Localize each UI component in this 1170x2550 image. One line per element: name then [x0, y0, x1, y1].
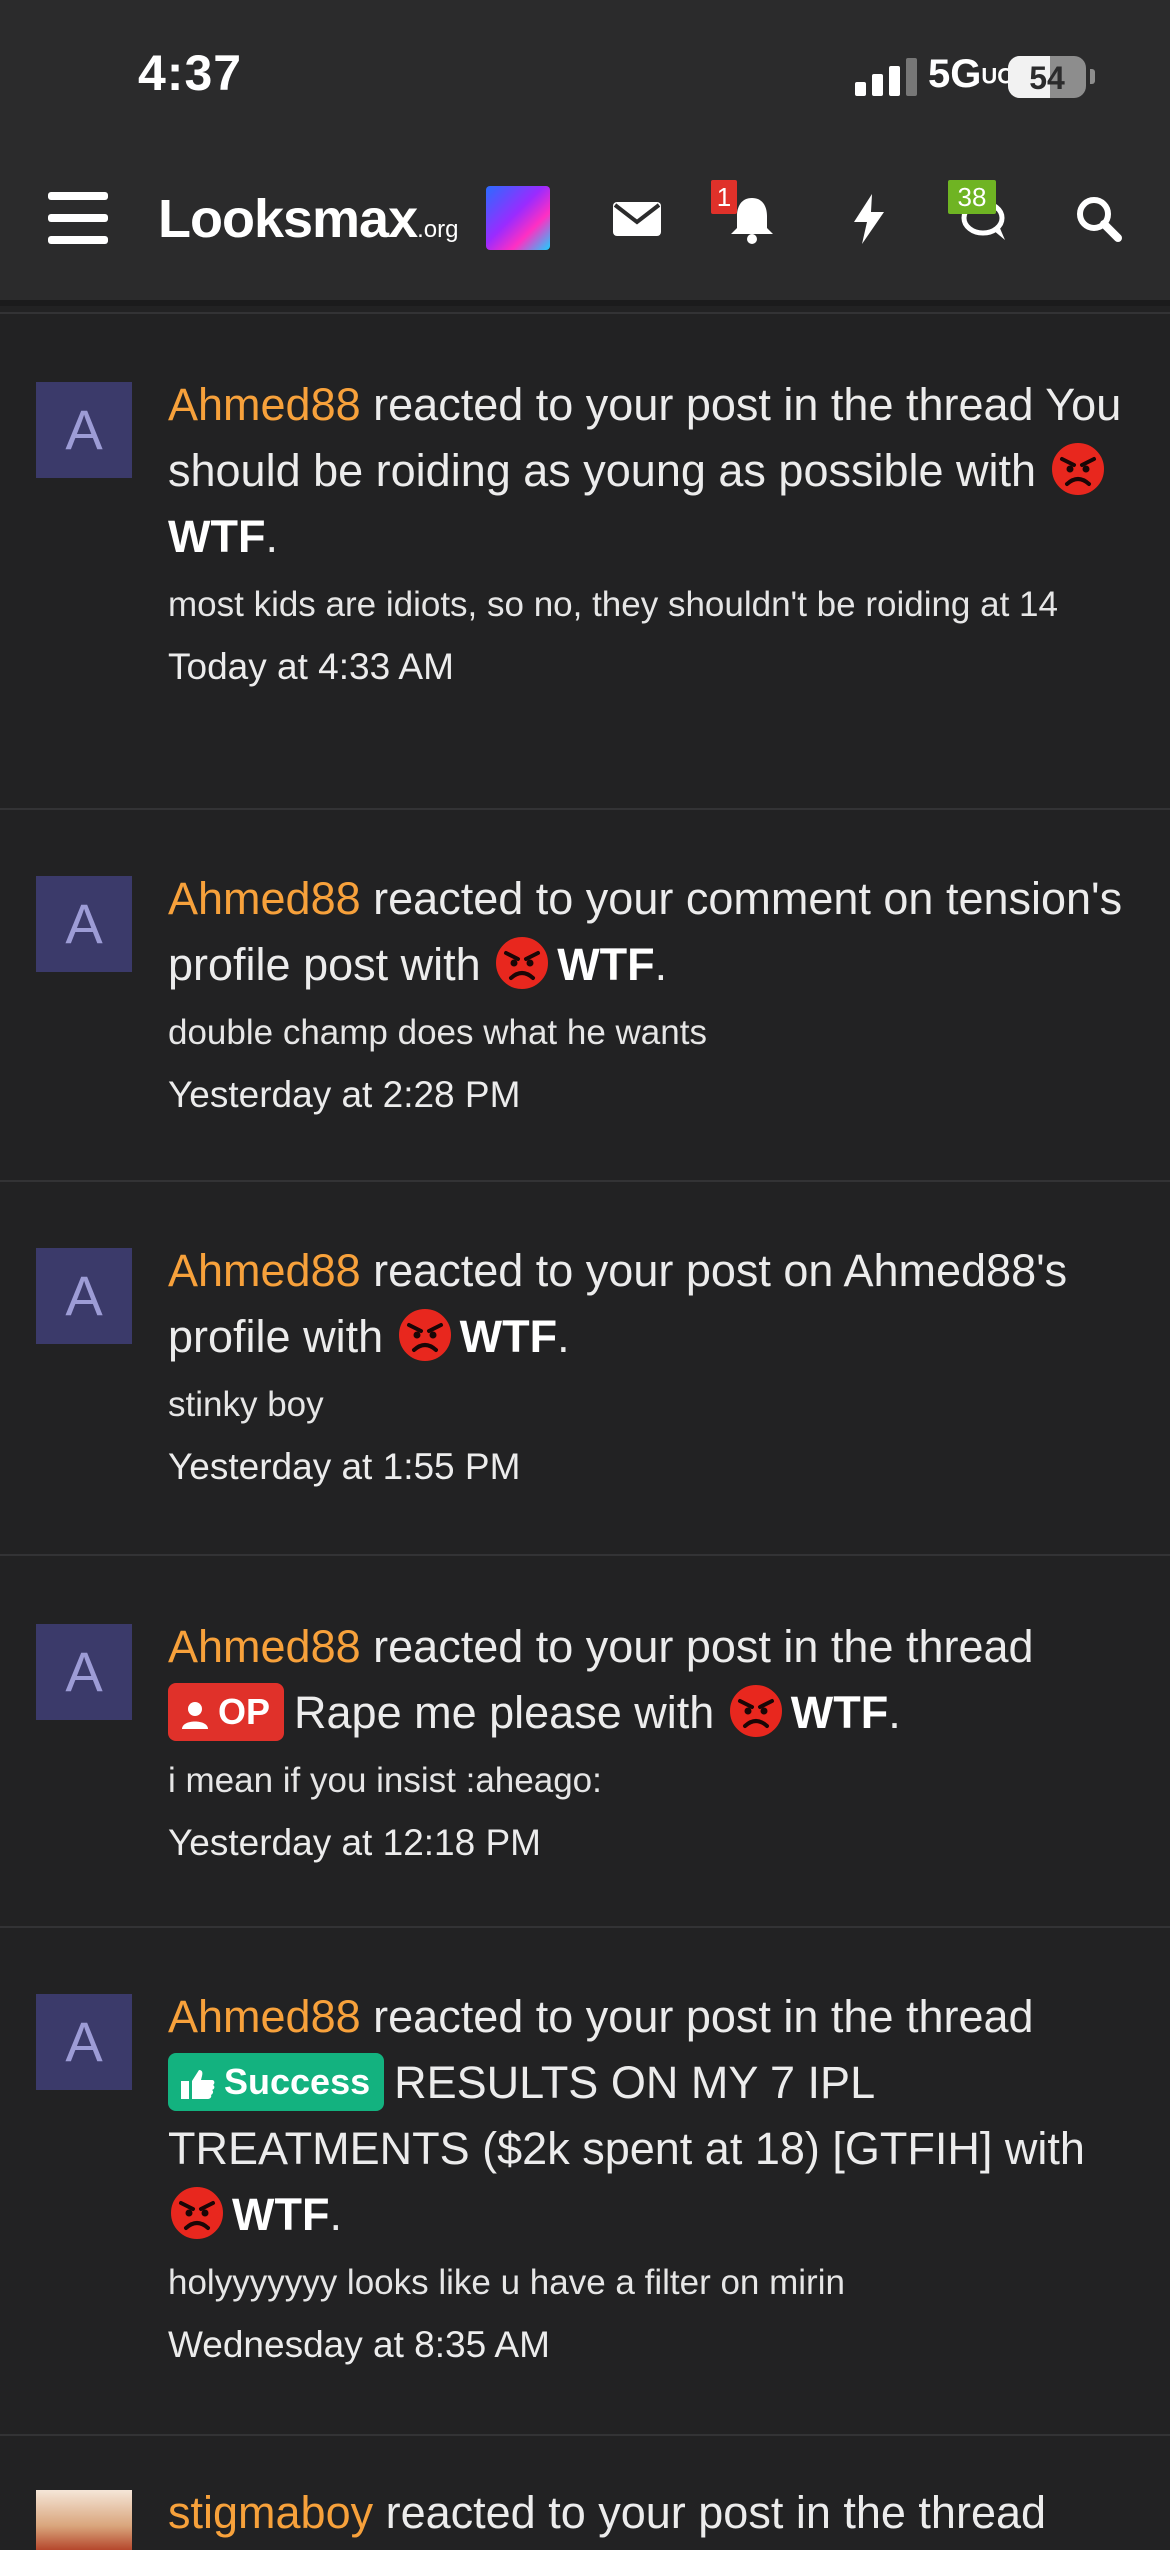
prefix-label: OP	[218, 1691, 271, 1732]
username-link[interactable]: Ahmed88	[168, 379, 361, 430]
inbox-icon[interactable]	[608, 190, 666, 248]
thumbs-up-icon	[181, 2070, 215, 2099]
status-time: 4:37	[138, 45, 243, 101]
logo-suffix: .org	[417, 216, 459, 243]
logo-main: Looksmax	[158, 189, 418, 249]
prefix-label: Success	[224, 2061, 371, 2102]
notification-action: reacted to your post in the thread	[373, 1991, 1034, 2042]
site-logo[interactable]: Looksmax.org	[158, 188, 458, 250]
username-link[interactable]: stigmaboy	[168, 2487, 373, 2538]
post-snippet: double champ does what he wants	[168, 1013, 707, 1052]
reaction-label: WTF	[557, 939, 655, 990]
with-text: with	[1004, 2123, 1085, 2174]
notification-item[interactable]: A Ahmed88 reacted to your comment on ten…	[0, 808, 1170, 1182]
with-text: with	[634, 1687, 715, 1738]
angry-reaction-icon	[168, 2184, 226, 2242]
notification-action: reacted to your post in the thread	[373, 1621, 1034, 1672]
reaction-label: WTF	[168, 511, 266, 562]
avatar[interactable]: A	[36, 1994, 132, 2090]
with-text: with	[400, 939, 481, 990]
timestamp: Today at 4:33 AM	[168, 646, 454, 687]
reaction-label: WTF	[459, 1311, 558, 1362]
success-prefix-badge: Success	[168, 2053, 385, 2111]
notification-item[interactable]: stigmaboy reacted to your post in the th…	[0, 2434, 1170, 2550]
post-snippet: i mean if you insist :aheago:	[168, 1761, 602, 1800]
alerts-badge: 1	[711, 180, 737, 214]
with-text: with	[303, 1311, 384, 1362]
timestamp: Wednesday at 8:35 AM	[168, 2324, 550, 2365]
angry-reaction-icon	[396, 1306, 454, 1364]
signal-icon	[855, 58, 917, 96]
timestamp: Yesterday at 2:28 PM	[168, 1074, 521, 1115]
avatar[interactable]: A	[36, 382, 132, 478]
notification-item[interactable]: A Ahmed88 reacted to your post in the th…	[0, 1926, 1170, 2436]
network-label: 5G	[928, 52, 982, 96]
angry-reaction-icon	[1049, 440, 1107, 498]
notification-item[interactable]: A Ahmed88 reacted to your post in the th…	[0, 1554, 1170, 1928]
network-indicator: 5GUC	[928, 52, 1013, 97]
user-avatar[interactable]	[486, 186, 550, 250]
battery-icon: 54	[1008, 56, 1086, 98]
notification-item[interactable]: A Ahmed88 reacted to your post on Ahmed8…	[0, 1180, 1170, 1556]
status-bar: 4:37 5GUC 54	[0, 0, 1170, 150]
post-snippet: most kids are idiots, so no, they should…	[168, 585, 1058, 624]
avatar[interactable]: A	[36, 876, 132, 972]
notification-action: reacted to your post in the thread	[373, 379, 1034, 430]
op-prefix-badge: OP	[168, 1683, 285, 1741]
username-link[interactable]: Ahmed88	[168, 1245, 361, 1296]
lightning-icon[interactable]	[840, 190, 898, 248]
user-icon	[182, 1702, 208, 1729]
username-link[interactable]: Ahmed88	[168, 1621, 361, 1672]
menu-icon[interactable]	[48, 192, 108, 244]
thread-link[interactable]: Rape me please	[294, 1687, 622, 1738]
reaction-label: WTF	[790, 1687, 889, 1738]
conversations-badge: 38	[948, 180, 996, 214]
reaction-label: WTF	[232, 2189, 330, 2240]
with-text: with	[956, 445, 1037, 496]
battery-tip	[1090, 69, 1095, 84]
battery-level: 54	[1029, 60, 1065, 96]
angry-reaction-icon	[493, 934, 551, 992]
post-snippet: stinky boy	[168, 1385, 324, 1424]
angry-reaction-icon	[727, 1682, 785, 1740]
post-snippet: holyyyyyyy looks like u have a filter on…	[168, 2263, 845, 2302]
avatar[interactable]: A	[36, 1624, 132, 1720]
timestamp: Yesterday at 1:55 PM	[168, 1446, 521, 1487]
avatar[interactable]: A	[36, 1248, 132, 1344]
notification-action: reacted to your post in the thread	[385, 2487, 1047, 2538]
app-header: Looksmax.org 1 38	[0, 150, 1170, 306]
avatar[interactable]	[36, 2490, 132, 2550]
timestamp: Yesterday at 12:18 PM	[168, 1822, 541, 1863]
search-icon[interactable]	[1070, 190, 1128, 248]
username-link[interactable]: Ahmed88	[168, 1991, 361, 2042]
username-link[interactable]: Ahmed88	[168, 873, 361, 924]
notification-item[interactable]: A Ahmed88 reacted to your post in the th…	[0, 312, 1170, 810]
